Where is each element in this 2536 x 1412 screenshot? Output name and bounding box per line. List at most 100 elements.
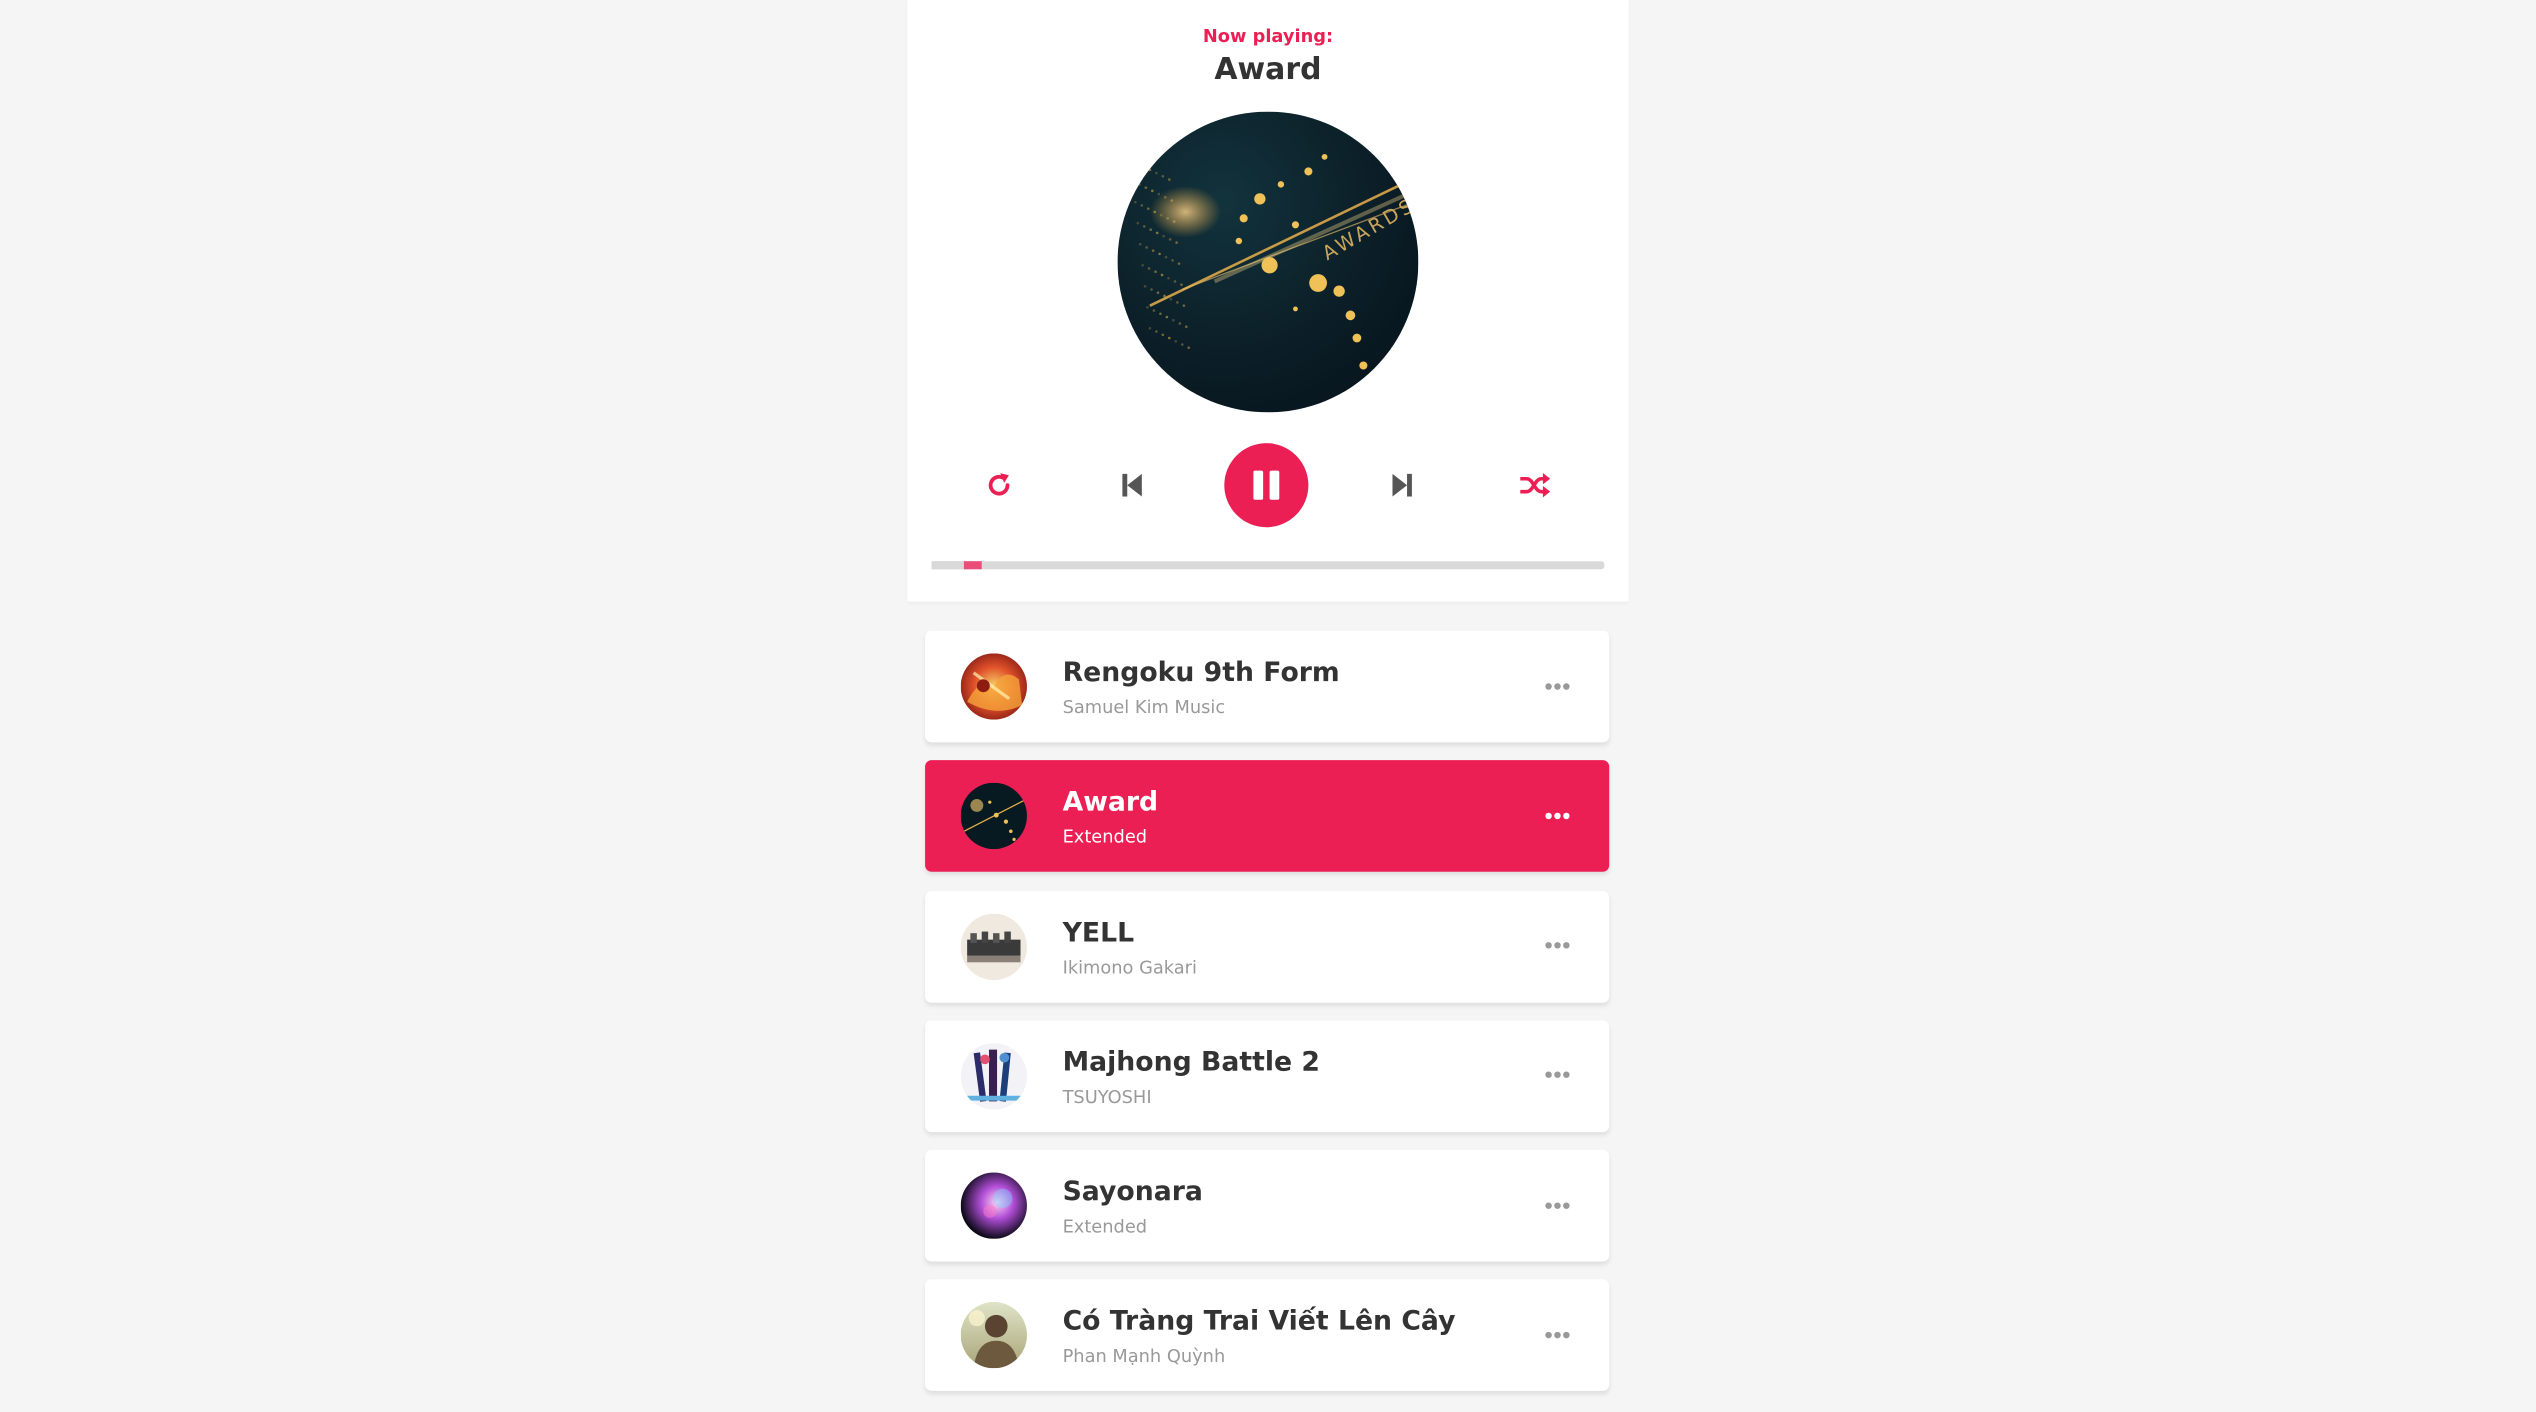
progress-bar[interactable] [931, 561, 1605, 570]
art-dot [1180, 343, 1184, 346]
ellipsis-icon [1545, 812, 1570, 819]
art-dot [1145, 246, 1148, 249]
art-dot [1176, 301, 1179, 304]
current-song-title: Award [1214, 53, 1322, 88]
art-dot [1154, 270, 1157, 274]
next-button[interactable] [1360, 443, 1444, 527]
song-item[interactable]: Có Tràng Trai Viết Lên Cây Phan Mạnh Quỳ… [925, 1280, 1610, 1392]
art-dot [1136, 221, 1140, 225]
art-dot [1158, 252, 1161, 256]
now-playing-label: Now playing: [1202, 25, 1334, 47]
song-author: Extended [1062, 1216, 1148, 1238]
art-dot [1162, 234, 1165, 238]
repeat-button[interactable] [957, 443, 1041, 527]
art-dot [1148, 168, 1152, 172]
art-dot [1146, 207, 1150, 210]
art-dot [1161, 333, 1165, 337]
ellipsis-icon [1545, 942, 1570, 949]
progress-thumb[interactable] [963, 561, 982, 570]
art-dot [1144, 186, 1148, 189]
song-options-button[interactable] [1535, 796, 1580, 835]
song-options-button[interactable] [1535, 1316, 1580, 1355]
song-options-button[interactable] [1535, 1186, 1580, 1225]
song-author: Phan Mạnh Quỳnh [1062, 1346, 1226, 1368]
art-dot [1143, 284, 1147, 288]
ellipsis-icon [1545, 682, 1570, 689]
album-art [960, 1042, 1027, 1110]
art-dot [1156, 291, 1160, 295]
song-thumbnail [960, 783, 1027, 850]
art-dot [1138, 183, 1141, 186]
art-dot [1180, 283, 1183, 286]
art-dot [1184, 325, 1188, 328]
play-pause-button[interactable] [1224, 443, 1309, 528]
art-dot [1155, 171, 1158, 175]
song-thumbnail [960, 913, 1027, 980]
art-dot [1168, 178, 1171, 181]
art-dot [1168, 336, 1171, 340]
prev-button[interactable] [1090, 443, 1174, 527]
song-options-button[interactable] [1535, 926, 1580, 965]
redo-icon [988, 473, 1010, 496]
song-options-button[interactable] [1535, 666, 1580, 705]
shuffle-button[interactable] [1493, 443, 1577, 527]
shuffle-icon [1520, 473, 1551, 498]
art-dot [1146, 305, 1149, 309]
art-dot [1147, 267, 1151, 270]
song-item[interactable]: YELL Ikimono Gakari [925, 890, 1610, 1003]
art-dot [1142, 225, 1146, 228]
art-dot [1160, 273, 1164, 277]
song-item[interactable]: Rengoku 9th Form Samuel Kim Music [925, 630, 1610, 743]
art-dot [1150, 288, 1153, 291]
song-author: Samuel Kim Music [1062, 697, 1226, 719]
ellipsis-icon [1545, 1072, 1570, 1079]
song-title: Có Tràng Trai Viết Lên Cây [1062, 1305, 1456, 1337]
art-dot [1164, 255, 1168, 259]
song-title: Majhong Battle 2 [1062, 1046, 1320, 1077]
art-dot [1169, 297, 1173, 301]
art-dot [1168, 238, 1172, 241]
art-dot [1173, 280, 1177, 283]
album-art [960, 1172, 1027, 1240]
art-dot [1155, 330, 1158, 333]
art-dot [1140, 204, 1144, 207]
step-forward-icon [1392, 473, 1412, 497]
song-thumbnail [960, 1172, 1027, 1240]
art-dot [1161, 174, 1165, 178]
album-art [960, 653, 1027, 720]
art-dot [1131, 179, 1135, 183]
art-dot [1178, 322, 1182, 325]
art-dot [1149, 228, 1153, 231]
music-player: Now playing: Award AWARDS Rengoku 9th Fo… [907, 0, 1629, 1412]
song-author: Ikimono Gakari [1062, 956, 1197, 978]
art-dot [1171, 259, 1174, 262]
song-item[interactable]: Award Extended [925, 760, 1610, 873]
ellipsis-icon [1545, 1331, 1570, 1339]
song-title: YELL [1062, 916, 1135, 948]
art-dot [1167, 276, 1170, 280]
art-dot [1151, 249, 1155, 252]
dashboard: Now playing: Award AWARDS [907, 0, 1629, 602]
song-title: Award [1062, 786, 1159, 818]
art-dot [1175, 241, 1178, 244]
art-dot [1177, 262, 1181, 265]
art-dot [1174, 339, 1178, 343]
art-dot [1152, 309, 1156, 312]
art-dot [1165, 315, 1169, 319]
art-dot [1142, 165, 1145, 168]
song-thumbnail [960, 1042, 1027, 1110]
art-dot [1172, 318, 1175, 322]
song-thumbnail [960, 1302, 1027, 1370]
song-item[interactable]: Majhong Battle 2 TSUYOSHI [925, 1020, 1610, 1132]
player-controls [907, 443, 1628, 528]
song-title: Rengoku 9th Form [1062, 656, 1340, 688]
song-item[interactable]: Sayonara Extended [925, 1150, 1610, 1262]
song-options-button[interactable] [1535, 1056, 1580, 1095]
song-thumbnail [960, 653, 1027, 720]
art-dot [1134, 200, 1137, 204]
art-dot [1129, 158, 1132, 162]
art-dot [1148, 327, 1152, 330]
art-dot [1159, 312, 1162, 316]
album-art [960, 913, 1027, 980]
album-art [960, 1302, 1027, 1370]
